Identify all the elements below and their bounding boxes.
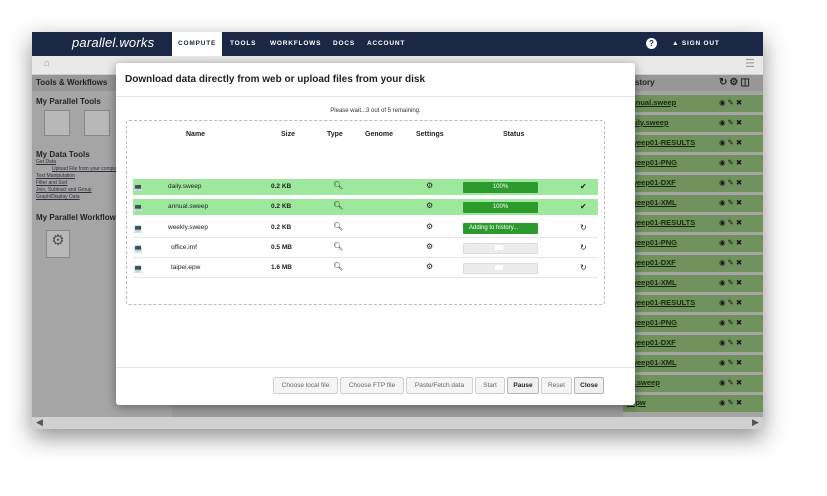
file-row: 💻 daily.sweep 0.2 KB 🔍︎ ⚙ 100% ✔ <box>133 179 598 195</box>
search-icon[interactable]: 🔍︎ <box>333 201 343 210</box>
progress-bar: Adding to history... <box>463 223 538 234</box>
file-name: weekly.sweep <box>168 224 208 231</box>
scroll-left-icon[interactable]: ◀ <box>36 417 43 428</box>
spinner-icon: ↻ <box>580 243 587 252</box>
col-settings: Settings <box>416 131 444 138</box>
search-icon[interactable]: 🔍︎ <box>333 181 343 190</box>
sign-out-button[interactable]: ▲ SIGN OUT <box>672 32 720 56</box>
dialog-divider <box>116 96 635 97</box>
progress-label: 100% <box>492 184 509 190</box>
progress-bar: 100% <box>463 202 538 213</box>
progress-bar: 100% <box>463 182 538 193</box>
file-size: 0.2 KB <box>271 224 292 231</box>
top-nav: parallel.works COMPUTE TOOLS WORKFLOWS D… <box>32 32 763 56</box>
file-row: 💻 weekly.sweep 0.2 KB 🔍︎ ⚙ Adding to history.… <box>133 220 598 236</box>
search-icon[interactable]: 🔍︎ <box>333 222 343 231</box>
file-name: annual.sweep <box>168 203 209 210</box>
gear-icon[interactable]: ⚙ <box>426 181 433 190</box>
col-type: Type <box>327 131 343 138</box>
computer-icon: 💻 <box>133 203 143 212</box>
file-row: 💻 annual.sweep 0.2 KB 🔍︎ ⚙ 100% ✔ <box>133 199 598 215</box>
search-icon[interactable]: 🔍︎ <box>333 242 343 251</box>
check-icon: ✔ <box>580 202 587 211</box>
gear-icon[interactable]: ⚙ <box>426 242 433 251</box>
paste-fetch-button[interactable]: Paste/Fetch data <box>406 377 473 394</box>
gear-icon[interactable]: ⚙ <box>426 222 433 231</box>
dialog-footer-divider <box>116 367 635 368</box>
bottom-bar: ◀ ▶ <box>32 417 763 429</box>
nav-workflows[interactable]: WORKFLOWS <box>270 32 321 56</box>
file-row: 💻 office.imf 0.5 MB 🔍︎ ⚙ ↻ <box>133 240 598 256</box>
row-divider <box>133 277 598 278</box>
brand-logo[interactable]: parallel.works <box>72 35 154 50</box>
progress-label: 100% <box>492 204 509 210</box>
close-button[interactable]: Close <box>574 377 604 394</box>
spinner-icon: ↻ <box>580 263 587 272</box>
progress-fill <box>495 265 503 270</box>
spinner-icon: ↻ <box>580 223 587 232</box>
col-status: Status <box>503 131 525 138</box>
check-icon: ✔ <box>580 182 587 191</box>
search-icon[interactable]: 🔍︎ <box>333 262 343 271</box>
nav-compute[interactable]: COMPUTE <box>172 32 223 56</box>
progress-bar <box>463 243 538 254</box>
choose-ftp-file-button[interactable]: Choose FTP file <box>340 377 404 394</box>
nav-docs[interactable]: DOCS <box>333 32 355 56</box>
computer-icon: 💻 <box>133 224 143 233</box>
pause-button[interactable]: Pause <box>507 377 539 394</box>
progress-fill <box>495 245 503 250</box>
file-size: 0.2 KB <box>271 183 292 190</box>
help-icon[interactable]: ? <box>646 38 657 49</box>
col-genome: Genome <box>365 131 394 138</box>
dialog-title: Download data directly from web or uploa… <box>125 74 426 85</box>
nav-account[interactable]: ACCOUNT <box>367 32 405 56</box>
computer-icon: 💻 <box>133 264 143 273</box>
choose-local-file-button[interactable]: Choose local file <box>273 377 338 394</box>
file-size: 0.2 KB <box>271 203 292 210</box>
col-name: Name <box>186 131 206 138</box>
file-name: daily.sweep <box>168 183 202 190</box>
file-row: 💻 taipei.epw 1.6 MB 🔍︎ ⚙ ↻ <box>133 260 598 276</box>
row-divider <box>133 257 598 258</box>
progress-bar <box>463 263 538 274</box>
scroll-right-icon[interactable]: ▶ <box>752 417 759 428</box>
menu-icon[interactable]: ☰ <box>745 57 755 70</box>
sign-out-label: SIGN OUT <box>681 40 720 47</box>
row-divider <box>133 237 598 238</box>
dialog-buttons: Choose local file Choose FTP file Paste/… <box>116 377 635 394</box>
progress-label: Adding to history... <box>469 225 519 231</box>
file-name: office.imf <box>171 244 197 251</box>
reset-button[interactable]: Reset <box>541 377 572 394</box>
home-icon[interactable]: ⌂ <box>44 58 50 69</box>
computer-icon: 💻 <box>133 183 143 192</box>
gear-icon[interactable]: ⚙ <box>426 262 433 271</box>
file-size: 0.5 MB <box>271 244 292 251</box>
nav-tools[interactable]: TOOLS <box>230 32 256 56</box>
file-size: 1.6 MB <box>271 264 292 271</box>
col-size: Size <box>281 131 296 138</box>
file-name: taipei.epw <box>171 264 201 271</box>
computer-icon: 💻 <box>133 244 143 253</box>
upload-dialog: Download data directly from web or uploa… <box>116 63 635 405</box>
start-button[interactable]: Start <box>475 377 505 394</box>
upload-status-line: Please wait...3 out of 5 remaining. <box>330 108 421 114</box>
gear-icon[interactable]: ⚙ <box>426 201 433 210</box>
